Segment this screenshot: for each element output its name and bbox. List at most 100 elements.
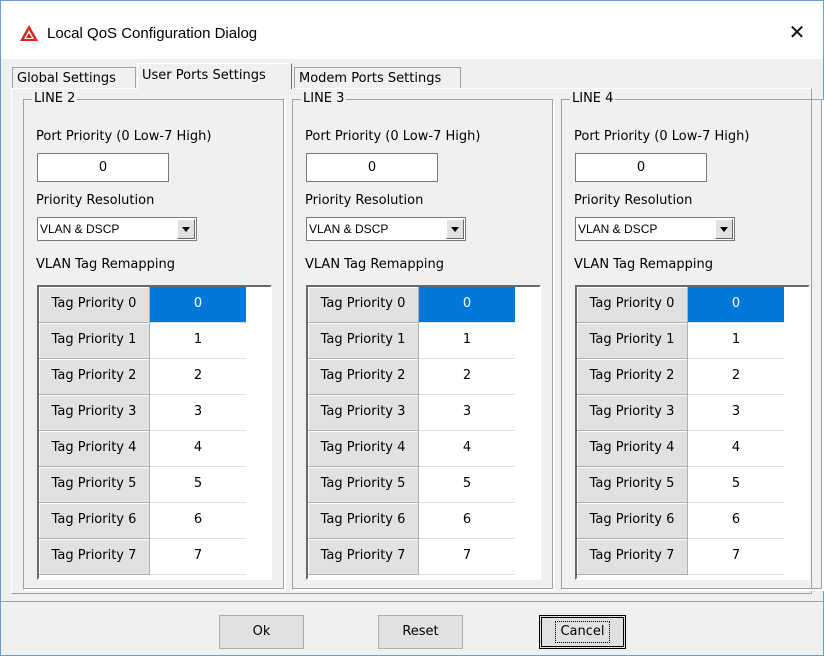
priority-resolution-select[interactable]: VLAN & DSCP	[306, 217, 466, 241]
priority-resolution-value: VLAN & DSCP	[40, 222, 120, 236]
tag-priority-header: Tag Priority 4	[308, 431, 419, 467]
ok-button[interactable]: Ok	[219, 615, 304, 649]
vlan-tag-remapping-label: VLAN Tag Remapping	[36, 257, 176, 272]
tag-priority-header: Tag Priority 4	[39, 431, 150, 467]
priority-resolution-label: Priority Resolution	[574, 193, 693, 208]
tag-priority-header: Tag Priority 0	[308, 287, 419, 323]
tab-user-ports-settings[interactable]: User Ports Settings	[137, 63, 292, 89]
line-group-3: LINE 3 Port Priority (0 Low-7 High) 0 Pr…	[292, 91, 554, 590]
remap-value-cell[interactable]: 0	[688, 287, 784, 323]
table-row[interactable]: Tag Priority 33	[39, 395, 247, 432]
table-row[interactable]: Tag Priority 22	[39, 359, 247, 396]
cancel-button-label: Cancel	[555, 621, 610, 643]
remap-value-cell[interactable]: 6	[150, 503, 246, 539]
priority-resolution-label: Priority Resolution	[305, 193, 424, 208]
tag-priority-header: Tag Priority 1	[577, 323, 688, 359]
tag-priority-header: Tag Priority 0	[39, 287, 150, 323]
table-row[interactable]: Tag Priority 66	[577, 503, 785, 540]
close-button[interactable]: ✕	[779, 15, 815, 49]
table-row[interactable]: Tag Priority 11	[39, 323, 247, 360]
remap-value-cell[interactable]: 2	[150, 359, 246, 395]
ok-button-label: Ok	[252, 624, 271, 639]
tag-priority-header: Tag Priority 3	[39, 395, 150, 431]
remap-value-cell[interactable]: 7	[688, 539, 784, 575]
table-row[interactable]: Tag Priority 77	[577, 539, 785, 576]
tab-modem-ports-settings[interactable]: Modem Ports Settings	[294, 67, 461, 88]
vlan-remap-grid[interactable]: Tag Priority 0 0 Tag Priority 1 1 Tag Priori…	[306, 285, 541, 580]
tab-label: User Ports Settings	[142, 68, 266, 83]
tag-priority-header: Tag Priority 3	[308, 395, 419, 431]
remap-value-cell[interactable]: 1	[150, 323, 246, 359]
port-priority-input[interactable]: 0	[37, 153, 169, 182]
tag-priority-header: Tag Priority 7	[308, 539, 419, 575]
remap-value-cell[interactable]: 3	[150, 395, 246, 431]
remap-value-cell[interactable]: 0	[419, 287, 515, 323]
remap-value-cell[interactable]: 5	[419, 467, 515, 503]
priority-resolution-select[interactable]: VLAN & DSCP	[575, 217, 735, 241]
remap-value-cell[interactable]: 1	[688, 323, 784, 359]
tag-priority-header: Tag Priority 1	[39, 323, 150, 359]
table-row[interactable]: Tag Priority 22	[577, 359, 785, 396]
chevron-down-icon[interactable]	[177, 219, 195, 239]
priority-resolution-value: VLAN & DSCP	[309, 222, 389, 236]
table-row[interactable]: Tag Priority 77	[39, 539, 247, 576]
remap-value-cell[interactable]: 4	[688, 431, 784, 467]
remap-value-cell[interactable]: 1	[419, 323, 515, 359]
tag-priority-header: Tag Priority 5	[39, 467, 150, 503]
table-row[interactable]: Tag Priority 44	[308, 431, 516, 468]
chevron-down-icon[interactable]	[446, 219, 464, 239]
tab-label: Modem Ports Settings	[299, 71, 442, 86]
remap-value-cell[interactable]: 0	[150, 287, 246, 323]
tag-priority-header: Tag Priority 5	[308, 467, 419, 503]
port-priority-input[interactable]: 0	[306, 153, 438, 182]
table-row[interactable]: Tag Priority 55	[577, 467, 785, 504]
remap-value-cell[interactable]: 4	[150, 431, 246, 467]
table-row[interactable]: Tag Priority 00	[308, 287, 516, 324]
remap-value-cell[interactable]: 2	[688, 359, 784, 395]
vlan-remap-grid[interactable]: Tag Priority 0 0 Tag Priority 1 1 Tag Priori…	[575, 285, 810, 580]
remap-value-cell[interactable]: 7	[419, 539, 515, 575]
chevron-down-icon[interactable]	[715, 219, 733, 239]
remap-value-cell[interactable]: 7	[150, 539, 246, 575]
tag-priority-header: Tag Priority 2	[577, 359, 688, 395]
reset-button[interactable]: Reset	[378, 615, 463, 649]
table-row[interactable]: Tag Priority 00	[577, 287, 785, 324]
cancel-button[interactable]: Cancel	[539, 615, 626, 649]
table-row[interactable]: Tag Priority 55	[39, 467, 247, 504]
table-row[interactable]: Tag Priority 44	[39, 431, 247, 468]
port-priority-input[interactable]: 0	[575, 153, 707, 182]
remap-value-cell[interactable]: 5	[688, 467, 784, 503]
divider	[1, 601, 823, 602]
table-row[interactable]: Tag Priority 44	[577, 431, 785, 468]
remap-value-cell[interactable]: 3	[419, 395, 515, 431]
port-priority-label: Port Priority (0 Low-7 High)	[36, 129, 212, 144]
tag-priority-header: Tag Priority 6	[308, 503, 419, 539]
table-row[interactable]: Tag Priority 55	[308, 467, 516, 504]
tag-priority-header: Tag Priority 1	[308, 323, 419, 359]
title-bar: Local QoS Configuration Dialog ✕	[1, 1, 823, 59]
group-title: LINE 4	[570, 91, 616, 107]
table-row[interactable]: Tag Priority 11	[577, 323, 785, 360]
priority-resolution-select[interactable]: VLAN & DSCP	[37, 217, 197, 241]
table-row[interactable]: Tag Priority 11	[308, 323, 516, 360]
table-row[interactable]: Tag Priority 00	[39, 287, 247, 324]
remap-value-cell[interactable]: 6	[419, 503, 515, 539]
tag-priority-header: Tag Priority 6	[577, 503, 688, 539]
vlan-remap-grid[interactable]: Tag Priority 0 0 Tag Priority 1 1 Tag Priori…	[37, 285, 272, 580]
table-row[interactable]: Tag Priority 66	[308, 503, 516, 540]
remap-value-cell[interactable]: 4	[419, 431, 515, 467]
group-title: LINE 2	[32, 91, 78, 107]
tab-global-settings[interactable]: Global Settings	[12, 67, 136, 88]
table-row[interactable]: Tag Priority 33	[308, 395, 516, 432]
vlan-tag-remapping-label: VLAN Tag Remapping	[574, 257, 714, 272]
remap-value-cell[interactable]: 2	[419, 359, 515, 395]
table-row[interactable]: Tag Priority 33	[577, 395, 785, 432]
table-row[interactable]: Tag Priority 77	[308, 539, 516, 576]
remap-value-cell[interactable]: 5	[150, 467, 246, 503]
priority-resolution-label: Priority Resolution	[36, 193, 155, 208]
remap-value-cell[interactable]: 6	[688, 503, 784, 539]
tab-label: Global Settings	[17, 71, 116, 86]
table-row[interactable]: Tag Priority 66	[39, 503, 247, 540]
table-row[interactable]: Tag Priority 22	[308, 359, 516, 396]
remap-value-cell[interactable]: 3	[688, 395, 784, 431]
